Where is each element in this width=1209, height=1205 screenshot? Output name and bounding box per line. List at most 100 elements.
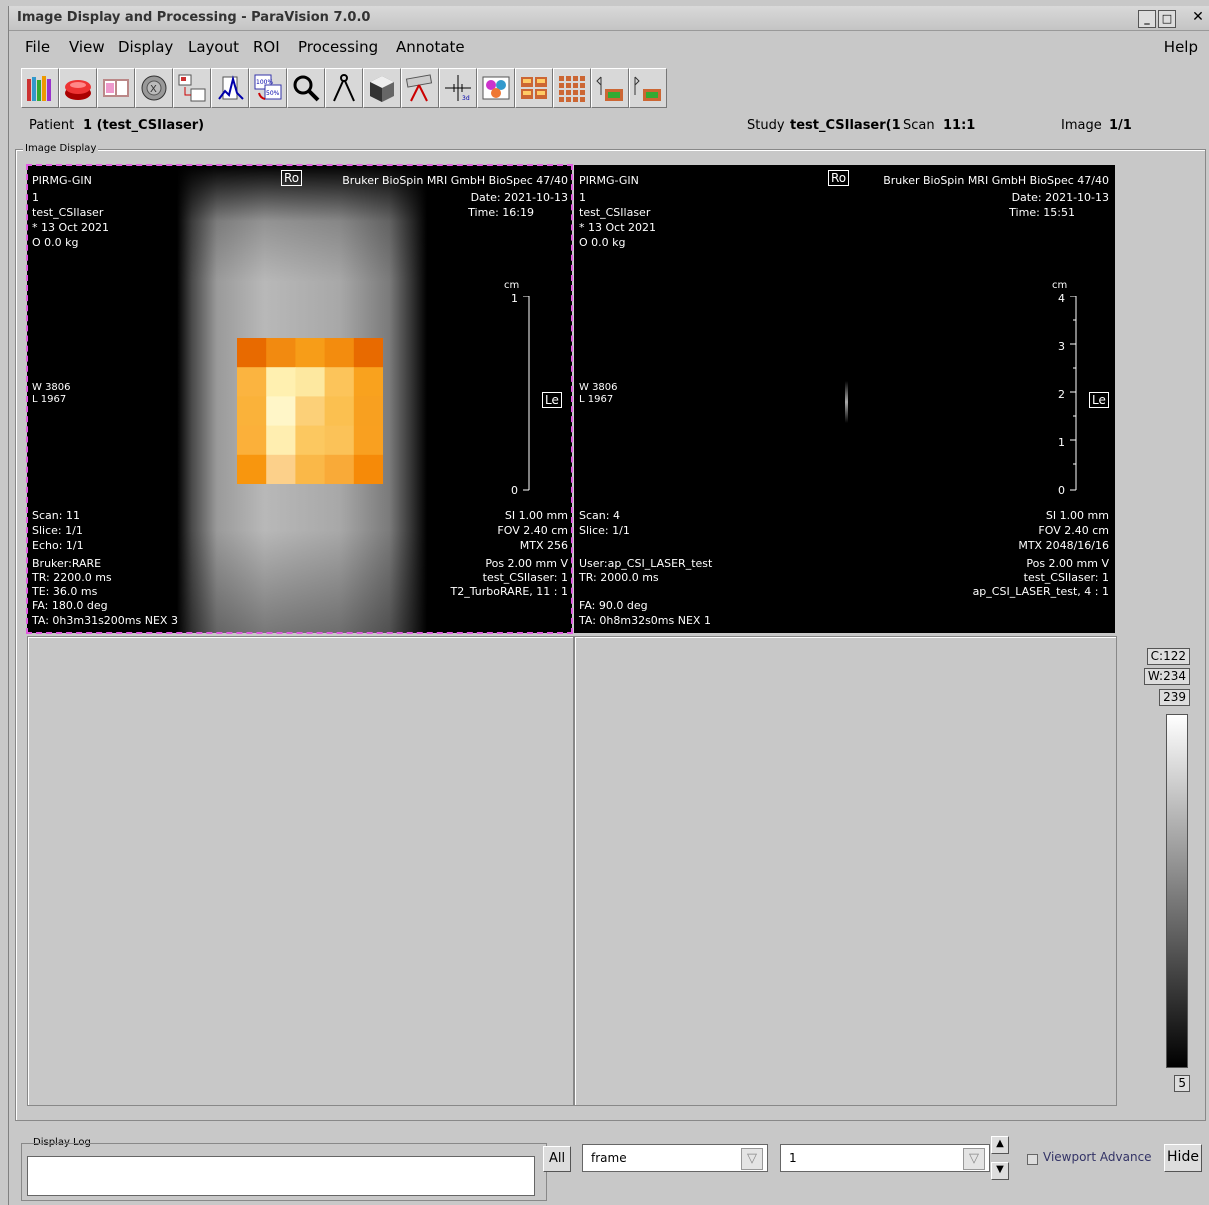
book-icon[interactable] xyxy=(97,68,135,108)
increment-arrow-icon[interactable]: ▲ xyxy=(991,1136,1009,1154)
vp2-scale-2: 2 xyxy=(1058,388,1065,401)
vp1-tr: TR: 2200.0 ms xyxy=(32,571,112,584)
menu-display[interactable]: Display xyxy=(118,38,173,56)
vp1-time: Time: 16:19 xyxy=(468,206,534,219)
csi-voxel[interactable] xyxy=(295,425,326,456)
csi-voxel[interactable] xyxy=(266,425,296,456)
csi-voxel[interactable] xyxy=(237,454,267,484)
sphere-icon[interactable]: X xyxy=(135,68,173,108)
csi-voxel[interactable] xyxy=(295,367,326,397)
vp2-slice-thickness: SI 1.00 mm xyxy=(1045,509,1109,522)
decrement-arrow-icon[interactable]: ▼ xyxy=(991,1162,1009,1180)
menu-file[interactable]: File xyxy=(25,38,50,56)
grid-large-icon[interactable] xyxy=(553,68,591,108)
vp2-level: L 1967 xyxy=(579,394,614,405)
vp2-position: Pos 2.00 mm V xyxy=(1026,557,1109,570)
menu-annotate[interactable]: Annotate xyxy=(396,38,465,56)
csi-voxel[interactable] xyxy=(295,396,326,427)
telescope-icon[interactable] xyxy=(401,68,439,108)
spectrum-icon[interactable] xyxy=(211,68,249,108)
vp1-level: L 1967 xyxy=(32,394,67,405)
library-icon[interactable] xyxy=(21,68,59,108)
csi-overlay-grid[interactable] xyxy=(237,338,383,484)
csi-voxel[interactable] xyxy=(353,338,383,368)
frame-select[interactable]: frame ▽ xyxy=(582,1144,768,1172)
next-image-icon[interactable] xyxy=(629,68,667,108)
zoom-percent-icon[interactable]: 100% 50% xyxy=(249,68,287,108)
maximize-button[interactable]: □ xyxy=(1158,10,1176,28)
crosshair-icon[interactable]: 3d xyxy=(439,68,477,108)
menu-processing[interactable]: Processing xyxy=(298,38,378,56)
colormap-width[interactable]: W:234 xyxy=(1143,668,1190,685)
close-button[interactable]: ✕ xyxy=(1190,10,1206,26)
csi-voxel[interactable] xyxy=(324,454,355,484)
csi-voxel[interactable] xyxy=(353,454,383,484)
vp2-patient-name: test_CSIlaser xyxy=(579,206,651,219)
colormap-max[interactable]: 239 xyxy=(1159,689,1190,706)
magnifier-icon[interactable] xyxy=(287,68,325,108)
frame-number-value: 1 xyxy=(789,1151,797,1165)
csi-voxel[interactable] xyxy=(353,396,383,427)
colormap-min[interactable]: 5 xyxy=(1174,1075,1190,1092)
vp1-scale-unit: cm xyxy=(504,280,520,291)
database-icon[interactable] xyxy=(59,68,97,108)
chevron-down-icon[interactable]: ▽ xyxy=(963,1148,985,1170)
viewport-advance-label[interactable]: Viewport Advance xyxy=(1043,1150,1152,1164)
csi-voxel[interactable] xyxy=(237,338,267,368)
vp1-scanner: Bruker BioSpin MRI GmbH BioSpec 47/40 xyxy=(342,174,568,187)
palette-icon[interactable] xyxy=(477,68,515,108)
csi-voxel[interactable] xyxy=(266,454,296,484)
minimize-button[interactable]: _ xyxy=(1138,10,1156,28)
calipers-icon[interactable] xyxy=(325,68,363,108)
csi-voxel[interactable] xyxy=(295,338,326,368)
csi-voxel[interactable] xyxy=(237,367,267,397)
menu-roi[interactable]: ROI xyxy=(253,38,280,56)
csi-voxel[interactable] xyxy=(324,425,355,456)
grid-small-icon[interactable] xyxy=(515,68,553,108)
menu-view[interactable]: View xyxy=(69,38,105,56)
chevron-down-icon[interactable]: ▽ xyxy=(741,1148,763,1170)
csi-voxel[interactable] xyxy=(266,338,296,368)
frame-select-value: frame xyxy=(591,1151,627,1165)
image-display-label: Image Display xyxy=(23,143,99,154)
display-log-field[interactable] xyxy=(27,1156,535,1196)
layout-icon[interactable] xyxy=(173,68,211,108)
cube-icon[interactable] xyxy=(363,68,401,108)
patient-value: 1 (test_CSIlaser) xyxy=(83,118,205,133)
vp1-fov: FOV 2.40 cm xyxy=(497,524,568,537)
toolbar: X 100% 50% 3d xyxy=(17,68,1209,108)
viewport-4[interactable] xyxy=(574,636,1117,1106)
vp1-method: Bruker:RARE xyxy=(32,557,102,570)
csi-voxel[interactable] xyxy=(324,396,355,427)
colormap-center[interactable]: C:122 xyxy=(1146,648,1190,665)
vp1-patient-name: test_CSIlaser xyxy=(32,206,104,219)
csi-voxel[interactable] xyxy=(295,454,326,484)
hide-button[interactable]: Hide xyxy=(1164,1144,1202,1172)
vp2-scan: Scan: 4 xyxy=(579,509,620,522)
csi-voxel[interactable] xyxy=(353,367,383,397)
window-title: Image Display and Processing - ParaVisio… xyxy=(17,10,371,25)
menu-help[interactable]: Help xyxy=(1164,38,1198,56)
viewport-advance-checkbox[interactable] xyxy=(1027,1154,1038,1165)
csi-voxel[interactable] xyxy=(237,425,267,456)
vp1-date: Date: 2021-10-13 xyxy=(470,191,568,204)
csi-voxel[interactable] xyxy=(324,338,355,368)
menu-layout[interactable]: Layout xyxy=(188,38,239,56)
csi-voxel[interactable] xyxy=(353,425,383,456)
viewport-3[interactable] xyxy=(27,636,574,1106)
vp1-institution: PIRMG-GIN xyxy=(32,174,92,187)
csi-voxel[interactable] xyxy=(237,396,267,427)
vp1-weight: O 0.0 kg xyxy=(32,236,79,249)
csi-voxel[interactable] xyxy=(266,367,296,397)
all-button[interactable]: All xyxy=(543,1146,571,1172)
vp1-position: Pos 2.00 mm V xyxy=(485,557,568,570)
vp2-method: User:ap_CSI_LASER_test xyxy=(579,557,713,570)
frame-number-select[interactable]: 1 ▽ xyxy=(780,1144,990,1172)
csi-voxel[interactable] xyxy=(324,367,355,397)
viewport-1[interactable]: PIRMG-GIN 1 test_CSIlaser * 13 Oct 2021 … xyxy=(27,165,572,633)
grayscale-colorbar[interactable] xyxy=(1166,714,1188,1068)
prev-image-icon[interactable] xyxy=(591,68,629,108)
title-bar: Image Display and Processing - ParaVisio… xyxy=(9,6,1209,31)
csi-voxel[interactable] xyxy=(266,396,296,427)
viewport-2[interactable]: PIRMG-GIN 1 test_CSIlaser * 13 Oct 2021 … xyxy=(574,165,1115,633)
